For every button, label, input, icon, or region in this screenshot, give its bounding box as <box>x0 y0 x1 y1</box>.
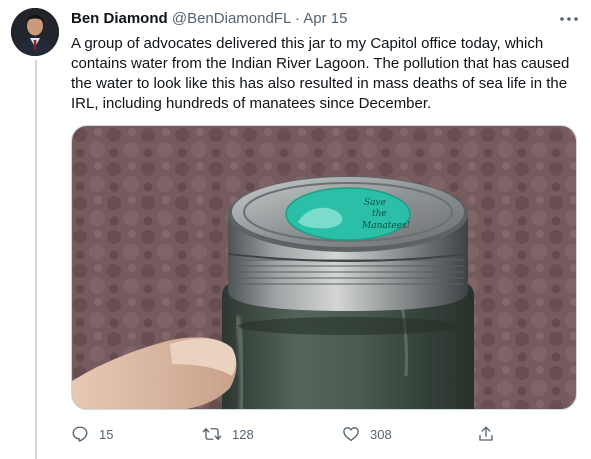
avatar-photo <box>11 8 59 56</box>
tweet[interactable]: Ben Diamond @BenDiamondFL · Apr 15 A gro… <box>0 0 591 459</box>
author-handle[interactable]: @BenDiamondFL <box>172 10 291 27</box>
jar-photo: Save the Manatees! <box>72 126 576 409</box>
reply-button[interactable]: 15 <box>71 420 113 448</box>
retweet-icon <box>202 425 222 443</box>
like-button[interactable]: 308 <box>342 420 392 448</box>
retweet-button[interactable]: 128 <box>202 420 254 448</box>
lid-text-line1: Save <box>364 198 386 208</box>
tweet-header: Ben Diamond @BenDiamondFL · Apr 15 <box>71 9 347 29</box>
avatar[interactable] <box>11 8 59 56</box>
tweet-text: A group of advocates delivered this jar … <box>71 35 570 112</box>
more-horizontal-icon[interactable] <box>557 7 581 31</box>
tweet-date[interactable]: Apr 15 <box>303 10 347 27</box>
thread-line <box>35 60 37 459</box>
retweet-count: 128 <box>232 426 254 442</box>
author-name[interactable]: Ben Diamond <box>71 10 168 27</box>
share-button[interactable] <box>477 420 495 448</box>
lid-text-line3: Manatees! <box>361 221 411 231</box>
like-count: 308 <box>370 426 392 442</box>
reply-icon <box>71 425 89 443</box>
reply-count: 15 <box>99 426 114 442</box>
separator-dot: · <box>294 10 300 27</box>
tweet-media-image[interactable]: Save the Manatees! <box>71 125 577 410</box>
tweet-actions: 15 128 308 <box>71 420 501 448</box>
heart-icon <box>342 425 360 443</box>
lid-text-line2: the <box>372 209 387 219</box>
share-icon <box>477 425 495 443</box>
